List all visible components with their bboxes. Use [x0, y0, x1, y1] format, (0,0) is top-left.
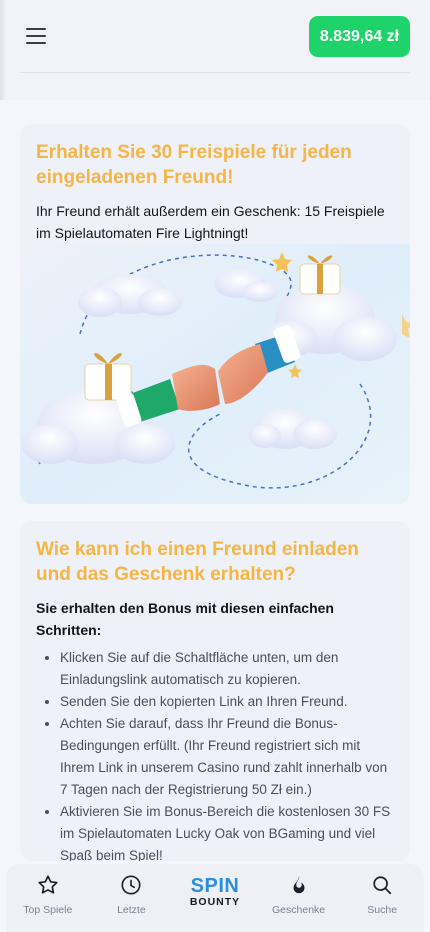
- invite-card-title: Erhalten Sie 30 Freispiele für jeden ein…: [36, 142, 352, 188]
- bottom-navigation: Top Spiele Letzte SPIN BOUNTY Geschenke …: [6, 864, 424, 932]
- logo-text-bottom: BOUNTY: [189, 896, 241, 908]
- howto-card-lead: Sie erhalten den Bonus mit diesen einfac…: [36, 600, 334, 638]
- app-page: 8.839,64 zł Erhalten Sie 30 Freispiele f…: [0, 0, 430, 932]
- menu-line-icon: [26, 28, 46, 30]
- list-item: Senden Sie den kopierten Link an Ihren F…: [60, 691, 394, 713]
- nav-item-top-games[interactable]: Top Spiele: [11, 872, 85, 916]
- search-icon: [369, 872, 395, 898]
- star-icon: [35, 872, 61, 898]
- howto-card-title: Wie kann ich einen Freund einladen und d…: [36, 539, 359, 585]
- fist-bump-illustration: [20, 244, 410, 504]
- invite-bonus-card: Erhalten Sie 30 Freispiele für jeden ein…: [20, 124, 410, 504]
- list-item: Aktivieren Sie im Bonus-Bereich die kost…: [60, 801, 394, 861]
- nav-label: Top Spiele: [23, 904, 73, 916]
- hamburger-menu-button[interactable]: [26, 24, 54, 48]
- nav-label: Geschenke: [272, 904, 326, 916]
- list-item: Klicken Sie auf die Schaltfläche unten, …: [60, 647, 394, 691]
- nav-item-recent[interactable]: Letzte: [94, 872, 168, 916]
- logo-text-top: SPIN: [190, 875, 240, 897]
- spin-bounty-logo: SPIN BOUNTY: [190, 876, 240, 908]
- list-item: Achten Sie darauf, dass Ihr Freund die B…: [60, 713, 394, 801]
- nav-item-gifts[interactable]: Geschenke: [262, 872, 336, 916]
- clock-icon: [118, 872, 144, 898]
- menu-line-icon: [26, 35, 46, 37]
- nav-label: Letzte: [117, 904, 146, 916]
- nav-item-search[interactable]: Suche: [345, 872, 419, 916]
- invite-card-subtitle: Ihr Freund erhält außerdem ein Geschenk:…: [36, 203, 385, 241]
- nav-item-home-logo[interactable]: SPIN BOUNTY: [178, 872, 252, 908]
- drawer-edge-shadow: [0, 0, 6, 100]
- balance-button[interactable]: 8.839,64 zł: [308, 16, 410, 57]
- menu-line-icon: [26, 42, 46, 44]
- howto-card: Wie kann ich einen Freund einladen und d…: [20, 521, 410, 861]
- howto-steps-list: Klicken Sie auf die Schaltfläche unten, …: [20, 641, 410, 861]
- nav-label: Suche: [367, 904, 398, 916]
- fire-icon: [286, 872, 312, 898]
- header-divider: [20, 72, 410, 73]
- top-header: 8.839,64 zł: [0, 0, 430, 100]
